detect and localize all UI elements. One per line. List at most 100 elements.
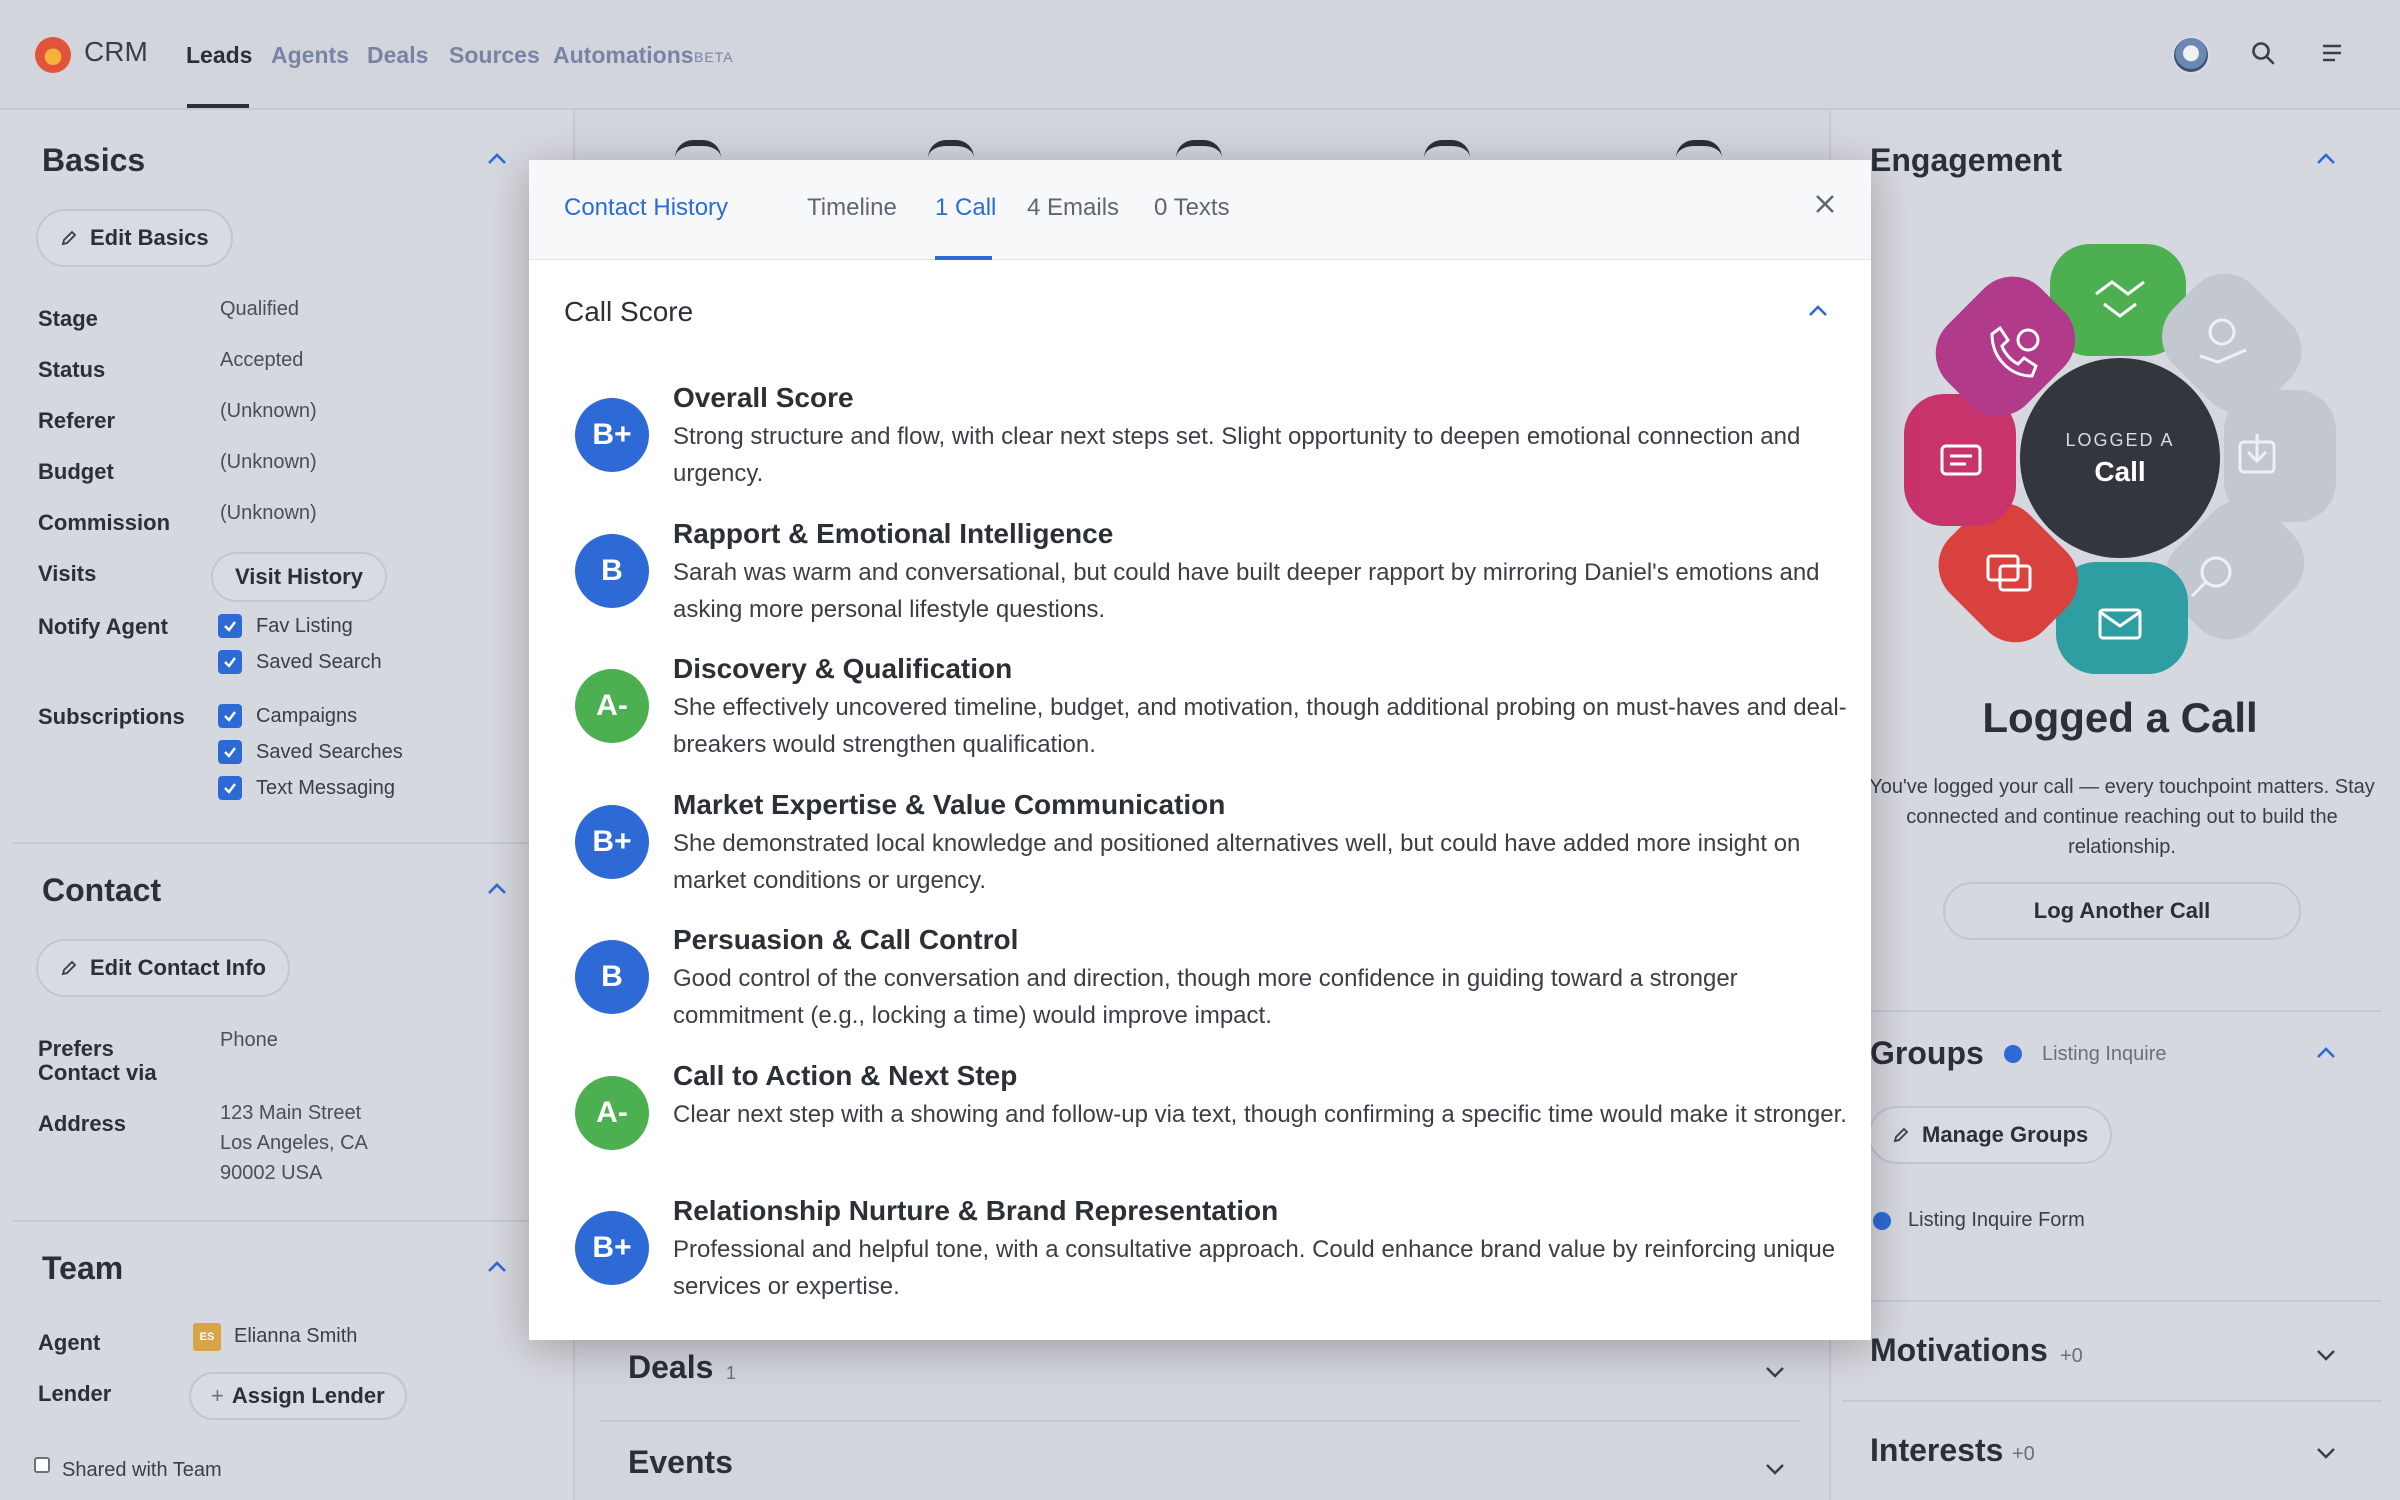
manage-groups-label: Manage Groups	[1922, 1122, 2089, 1147]
nav-automations[interactable]: Automations	[553, 42, 694, 69]
grade-badge: A-	[575, 669, 649, 743]
brand-name[interactable]: CRM	[84, 36, 148, 68]
shared-checkbox[interactable]	[34, 1457, 50, 1473]
motivations-count: +0	[2060, 1345, 2083, 1367]
score-title: Relationship Nurture & Brand Representat…	[673, 1195, 1279, 1226]
plus-icon: +	[211, 1383, 224, 1408]
notify-saved-search[interactable]: Saved Search	[218, 650, 382, 674]
score-description: Clear next step with a showing and follo…	[673, 1101, 1847, 1128]
shared-with-team-label: Shared with Team	[62, 1459, 222, 1481]
grade-badge: B	[575, 534, 649, 608]
agent-name[interactable]: Elianna Smith	[234, 1325, 357, 1348]
grade-badge: B	[575, 940, 649, 1014]
referer-value: (Unknown)	[220, 400, 317, 422]
nav-sources[interactable]: Sources	[449, 42, 540, 69]
nav-agents[interactable]: Agents	[271, 42, 349, 69]
score-description: She demonstrated local knowledge and pos…	[673, 830, 1801, 894]
logged-call-description: You've logged your call — every touchpoi…	[1869, 776, 2375, 858]
referer-label: Referer	[38, 408, 116, 433]
group-item[interactable]: Listing Inquire Form	[1908, 1209, 2085, 1232]
text-messaging-label: Text Messaging	[256, 776, 395, 799]
contact-via-label: Contact via	[38, 1060, 157, 1085]
address-label: Address	[38, 1111, 127, 1136]
checkbox-checked-icon[interactable]	[218, 776, 242, 800]
score-description: Sarah was warm and conversational, but c…	[673, 559, 1820, 623]
engagement-title: Engagement	[1870, 142, 2063, 178]
interests-title: Interests	[1870, 1432, 2004, 1468]
saved-searches-label: Saved Searches	[256, 740, 403, 763]
nav-leads[interactable]: Leads	[186, 42, 252, 69]
edit-contact-button[interactable]: Edit Contact Info	[36, 939, 290, 997]
events-title: Events	[628, 1444, 733, 1480]
assign-lender-button[interactable]: + Assign Lender	[189, 1372, 407, 1420]
agent-avatar: ES	[193, 1323, 221, 1351]
active-tab-indicator	[935, 256, 992, 260]
grade-badge: B+	[575, 805, 649, 879]
sub-campaigns[interactable]: Campaigns	[218, 704, 357, 728]
modal-header: Contact History Timeline 1 Call 4 Emails…	[529, 160, 1871, 260]
tab-emails[interactable]: 4 Emails	[1027, 194, 1119, 222]
deals-title: Deals	[628, 1349, 714, 1385]
divider	[12, 1220, 572, 1222]
top-nav: CRM Leads Agents Deals Sources Automatio…	[0, 0, 2400, 110]
chevron-up-icon[interactable]	[486, 882, 508, 896]
tab-calls[interactable]: 1 Call	[935, 194, 996, 222]
status-value: Accepted	[220, 349, 304, 371]
log-another-call-button[interactable]: Log Another Call	[1943, 882, 2301, 940]
sub-saved-searches[interactable]: Saved Searches	[218, 740, 403, 764]
grade-badge: A-	[575, 1076, 649, 1150]
stage-value: Qualified	[220, 298, 299, 320]
budget-label: Budget	[38, 459, 114, 484]
score-title: Rapport & Emotional Intelligence	[673, 518, 1114, 549]
chevron-up-icon[interactable]	[486, 1260, 508, 1274]
subscriptions-label: Subscriptions	[38, 704, 185, 729]
visit-history-button[interactable]: Visit History	[211, 552, 387, 602]
notify-agent-label: Notify Agent	[38, 614, 168, 639]
chevron-up-icon[interactable]	[2315, 152, 2337, 166]
nav-deals[interactable]: Deals	[367, 42, 428, 69]
menu-icon[interactable]	[2320, 42, 2344, 64]
prefers-value: Phone	[220, 1029, 278, 1051]
pencil-icon	[61, 960, 77, 976]
user-avatar[interactable]	[2172, 36, 2210, 74]
address-line3: 90002 USA	[220, 1162, 323, 1184]
events-section[interactable]: Events	[600, 1420, 1800, 1500]
basics-title: Basics	[42, 142, 146, 178]
group-dot	[2004, 1045, 2022, 1063]
checkbox-checked-icon[interactable]	[218, 704, 242, 728]
fav-listing-label: Fav Listing	[256, 614, 353, 637]
notify-fav-listing[interactable]: Fav Listing	[218, 614, 353, 638]
pencil-icon	[61, 230, 77, 246]
chevron-down-icon[interactable]	[2315, 1446, 2337, 1460]
manage-groups-button[interactable]: Manage Groups	[1868, 1106, 2113, 1164]
chevron-up-icon[interactable]	[486, 152, 508, 166]
chevron-up-icon[interactable]	[1807, 304, 1829, 318]
chevron-down-icon[interactable]	[1764, 1365, 1786, 1379]
checkbox-checked-icon[interactable]	[218, 740, 242, 764]
tab-contact-history[interactable]: Contact History	[564, 194, 728, 222]
edit-basics-label: Edit Basics	[90, 225, 209, 250]
checkbox-checked-icon[interactable]	[218, 650, 242, 674]
call-score-title: Call Score	[564, 296, 694, 327]
tab-texts[interactable]: 0 Texts	[1154, 194, 1230, 222]
divider	[1842, 1400, 2382, 1402]
edit-basics-button[interactable]: Edit Basics	[36, 209, 233, 267]
budget-value: (Unknown)	[220, 451, 317, 473]
score-description: Professional and helpful tone, with a co…	[673, 1236, 1836, 1300]
search-icon[interactable]	[2250, 40, 2276, 66]
sub-text-messaging[interactable]: Text Messaging	[218, 776, 395, 800]
contact-title: Contact	[42, 872, 162, 908]
divider	[1842, 1010, 2382, 1012]
group-item-dot	[1873, 1212, 1891, 1230]
grade-badge: B+	[575, 1211, 649, 1285]
chevron-down-icon[interactable]	[1764, 1462, 1786, 1476]
team-title: Team	[42, 1250, 124, 1286]
score-title: Discovery & Qualification	[673, 653, 1013, 684]
tab-timeline[interactable]: Timeline	[807, 194, 897, 222]
divider	[12, 842, 572, 844]
crm-logo-icon[interactable]	[35, 37, 71, 73]
chevron-down-icon[interactable]	[2315, 1348, 2337, 1362]
checkbox-checked-icon[interactable]	[218, 614, 242, 638]
close-icon[interactable]	[1814, 193, 1836, 215]
chevron-up-icon[interactable]	[2315, 1046, 2337, 1060]
